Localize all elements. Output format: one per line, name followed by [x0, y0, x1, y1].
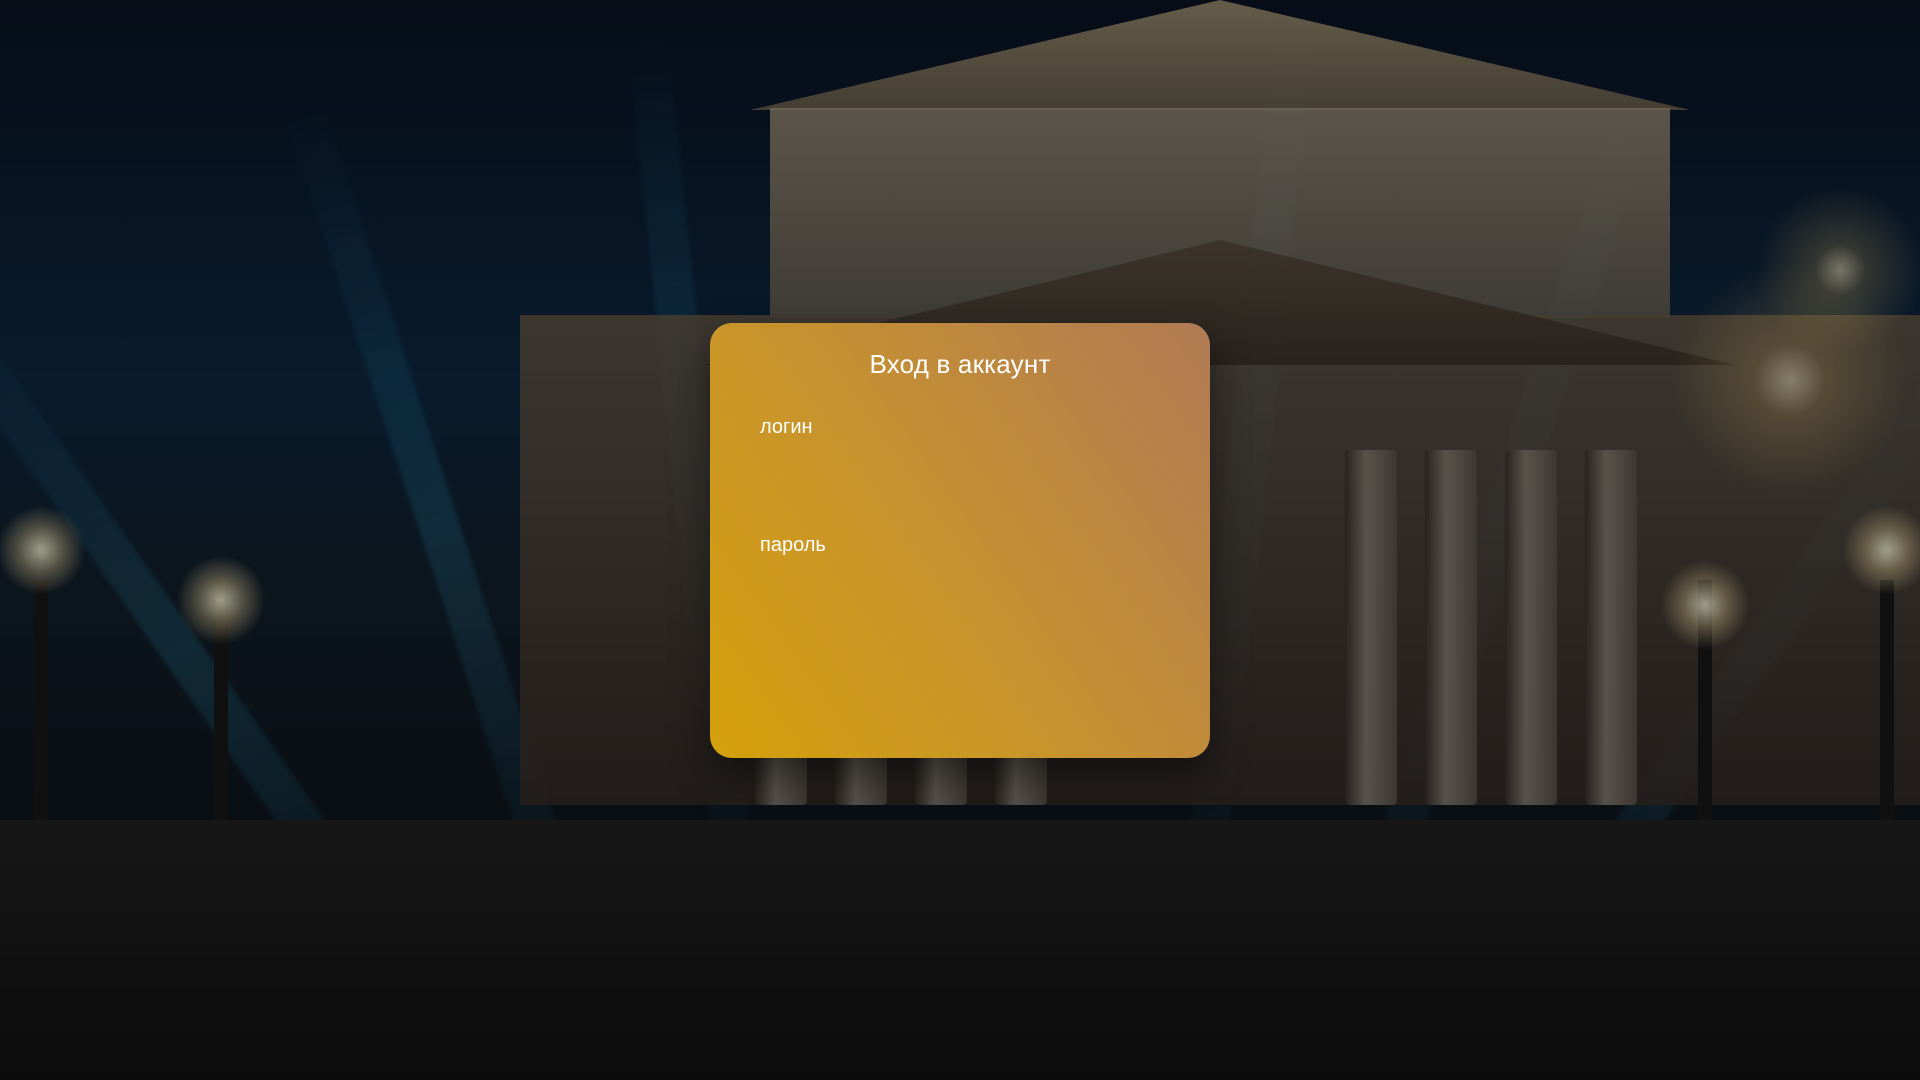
password-input[interactable] — [760, 559, 1164, 601]
password-label: пароль — [760, 534, 826, 556]
login-title: Вход в аккаунт — [869, 349, 1051, 379]
login-input[interactable] — [760, 441, 1164, 483]
login-label: логин — [760, 416, 813, 438]
login-card: Вход в аккаунт логин пароль — [710, 323, 1210, 758]
